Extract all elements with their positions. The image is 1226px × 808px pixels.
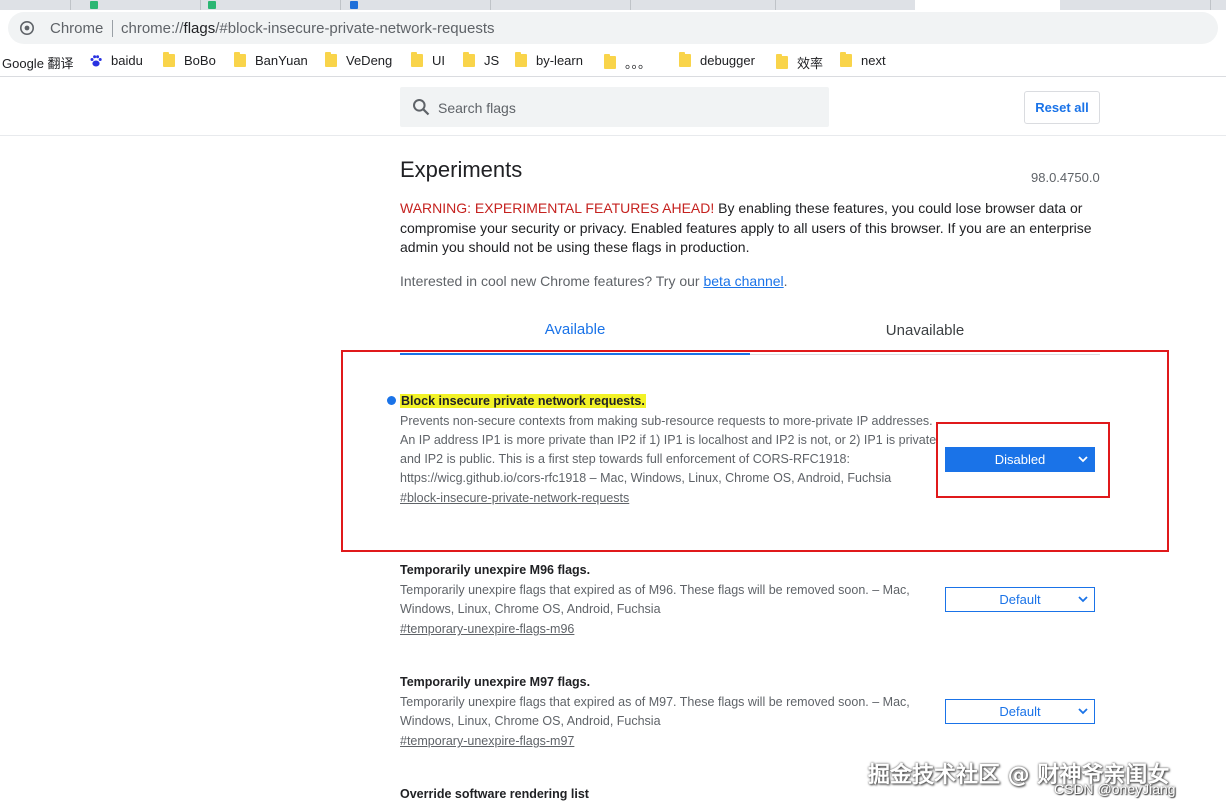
tab-favicon-icon — [90, 1, 98, 9]
beta-promo-text: Interested in cool new Chrome features? … — [400, 273, 788, 289]
bookmarks-bar: Google 翻译 baidu BoBo BanYuan VeDeng UI J… — [0, 46, 1226, 77]
browser-tab[interactable] — [0, 0, 71, 10]
bookmark-baidu[interactable]: baidu — [89, 53, 143, 68]
folder-icon — [411, 52, 423, 67]
beta-channel-link[interactable]: beta channel — [703, 273, 783, 289]
folder-icon — [776, 54, 788, 69]
search-flags-input[interactable] — [436, 87, 820, 129]
bookmark-label: debugger — [700, 53, 755, 68]
folder-icon — [234, 52, 246, 67]
omnibox[interactable]: Chrome chrome://flags/#block-insecure-pr… — [8, 12, 1218, 44]
browser-tab[interactable] — [1060, 0, 1211, 10]
bookmark-label: 效率 — [797, 56, 824, 71]
bookmark-folder-vedeng[interactable]: VeDeng — [325, 52, 393, 68]
experiment-temporary-unexpire-flags-m97: Temporarily unexpire M97 flags. Temporar… — [400, 673, 940, 750]
experiment-override-software-rendering-list: Override software rendering list — [400, 785, 940, 803]
url-host: flags — [183, 20, 216, 37]
browser-tab[interactable] — [775, 0, 916, 10]
bookmark-label: baidu — [111, 53, 143, 68]
url-text[interactable]: chrome://flags/#block-insecure-private-n… — [121, 20, 495, 37]
tab-favicon-icon — [208, 1, 216, 9]
tab-available[interactable]: Available — [400, 321, 750, 338]
flags-header: Reset all — [0, 77, 1226, 136]
bookmark-label: by-learn — [536, 53, 583, 68]
address-bar: Chrome chrome://flags/#block-insecure-pr… — [0, 10, 1226, 46]
bookmark-folder-ellipsis[interactable]: 。。。 — [604, 53, 651, 72]
bookmark-label: 。。。 — [625, 56, 652, 71]
bookmark-label: BanYuan — [255, 53, 308, 68]
omnibox-divider — [112, 20, 113, 37]
bookmark-label: VeDeng — [346, 53, 393, 68]
experiment-permalink[interactable]: #temporary-unexpire-flags-m96 — [400, 622, 574, 636]
folder-icon — [679, 52, 691, 67]
watermark-csdn: CSDN @oneyJiang — [1054, 781, 1176, 797]
select-value: Default — [999, 704, 1041, 719]
experiment-temporary-unexpire-flags-m96: Temporarily unexpire M96 flags. Temporar… — [400, 561, 940, 638]
url-path: /#block-insecure-private-network-request… — [215, 20, 495, 37]
folder-icon — [840, 52, 852, 67]
active-browser-tab[interactable] — [915, 0, 1060, 10]
browser-tab[interactable] — [200, 0, 341, 10]
page-title: Experiments — [400, 157, 523, 182]
warning-text: WARNING: EXPERIMENTAL FEATURES AHEAD! By… — [400, 199, 1100, 258]
bookmark-folder-ui[interactable]: UI — [411, 52, 445, 68]
chevron-down-icon — [1078, 596, 1088, 603]
bookmark-folder-by-learn[interactable]: by-learn — [515, 52, 583, 68]
version-label: 98.0.4750.0 — [1031, 170, 1100, 185]
beta-promo-suffix: . — [783, 273, 788, 289]
omnibox-chrome-label: Chrome — [50, 20, 104, 37]
annotation-box-select — [936, 422, 1110, 498]
bookmark-google-translate[interactable]: Google 翻译 — [2, 53, 74, 72]
bookmark-label: UI — [432, 53, 445, 68]
chrome-icon — [20, 21, 34, 35]
bookmark-label: Google 翻译 — [2, 56, 74, 71]
folder-icon — [325, 52, 337, 67]
baidu-paw-icon — [90, 54, 102, 66]
experiment-title: Override software rendering list — [400, 787, 589, 801]
search-icon — [413, 99, 430, 116]
reset-all-button[interactable]: Reset all — [1024, 91, 1100, 124]
experiment-title: Temporarily unexpire M96 flags. — [400, 563, 591, 577]
bookmark-folder-efficiency[interactable]: 效率 — [776, 53, 823, 72]
search-box[interactable] — [400, 87, 829, 129]
tab-strip — [0, 0, 1226, 10]
folder-icon — [163, 52, 175, 67]
bookmark-folder-banyuan[interactable]: BanYuan — [234, 52, 308, 68]
bookmark-folder-debugger[interactable]: debugger — [679, 52, 755, 68]
experiment-description: Temporarily unexpire flags that expired … — [400, 583, 910, 616]
select-value: Default — [999, 592, 1041, 607]
experiment-description: Temporarily unexpire flags that expired … — [400, 695, 910, 728]
experiment-state-select[interactable]: Default — [945, 699, 1095, 724]
browser-tab[interactable] — [70, 0, 201, 10]
browser-tab[interactable] — [490, 0, 631, 10]
bookmark-folder-js[interactable]: JS — [463, 52, 500, 68]
warning-heading: WARNING: EXPERIMENTAL FEATURES AHEAD! — [400, 200, 715, 216]
folder-icon — [515, 52, 527, 67]
bookmark-label: JS — [484, 53, 500, 68]
experiment-title: Temporarily unexpire M97 flags. — [400, 675, 591, 689]
folder-icon — [604, 54, 616, 69]
chevron-down-icon — [1078, 708, 1088, 715]
browser-tab[interactable] — [630, 0, 776, 10]
folder-icon — [463, 52, 475, 67]
bookmark-folder-bobo[interactable]: BoBo — [163, 52, 216, 68]
tab-favicon-icon — [350, 1, 358, 9]
browser-tab[interactable] — [340, 0, 491, 10]
beta-promo-prefix: Interested in cool new Chrome features? … — [400, 273, 704, 289]
url-scheme: chrome:// — [121, 20, 184, 37]
bookmark-label: BoBo — [184, 53, 216, 68]
bookmark-folder-next[interactable]: next — [840, 52, 886, 68]
bookmark-label: next — [861, 53, 886, 68]
experiment-permalink[interactable]: #temporary-unexpire-flags-m97 — [400, 734, 574, 748]
experiment-state-select[interactable]: Default — [945, 587, 1095, 612]
tab-unavailable[interactable]: Unavailable — [750, 322, 1100, 339]
